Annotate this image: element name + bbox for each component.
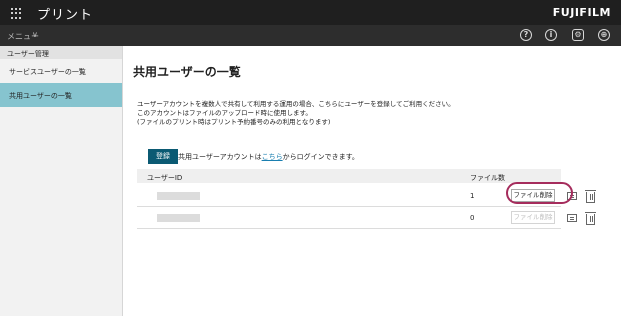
- column-header-user-id: ユーザーID: [147, 174, 183, 182]
- file-count: 1: [470, 192, 475, 200]
- sidebar-item-service-users[interactable]: サービスユーザーの一覧: [0, 59, 122, 83]
- sidebar: ユーザー管理 サービスユーザーの一覧 共用ユーザーの一覧: [0, 46, 123, 316]
- top-bar: プリント FUJIFILM: [0, 0, 621, 25]
- info-icon[interactable]: i: [545, 29, 557, 41]
- user-id-redacted: [157, 192, 200, 200]
- register-button[interactable]: 登録: [148, 149, 178, 164]
- description-line: ユーザーアカウントを複数人で共有して利用する運用の場合、こちらにユーザーを登録し…: [137, 100, 455, 108]
- chevron-down-icon: ∨: [32, 30, 38, 39]
- login-note-prefix: 共用ユーザーアカウントは: [178, 153, 262, 161]
- description-line: (ファイルのプリント時はプリント予約番号のみの利用となります): [137, 118, 331, 126]
- page-title: 共用ユーザーの一覧: [133, 65, 241, 79]
- sidebar-group-user-management: ユーザー管理: [0, 46, 122, 59]
- table-row: 0 ファイル削除: [137, 207, 596, 229]
- list-icon[interactable]: [567, 214, 577, 222]
- login-note-suffix: からログインできます。: [282, 153, 359, 161]
- login-note: 共用ユーザーアカウントはこちらからログインできます。: [178, 152, 359, 162]
- highlight-annotation: [506, 182, 573, 204]
- brand-logo: FUJIFILM: [552, 6, 611, 19]
- menu-bar: メニュー ∨ ? i ⚙ ⊕: [0, 25, 621, 46]
- login-link[interactable]: こちら: [262, 153, 283, 161]
- user-id-redacted: [157, 214, 200, 222]
- delete-files-button[interactable]: ファイル削除: [511, 211, 555, 224]
- table-row: 1 ファイル削除: [137, 185, 596, 207]
- trash-icon[interactable]: [585, 190, 596, 203]
- description: ユーザーアカウントを複数人で共有して利用する運用の場合、こちらにユーザーを登録し…: [137, 100, 455, 127]
- app-grid-icon[interactable]: [11, 8, 22, 19]
- user-account-icon[interactable]: ⊕: [598, 29, 610, 41]
- description-line: このアカウントはファイルのアップロード時に使用します。: [137, 109, 312, 117]
- trash-icon[interactable]: [585, 212, 596, 225]
- help-icon[interactable]: ?: [520, 29, 532, 41]
- gear-icon[interactable]: ⚙: [572, 29, 584, 41]
- app-title: プリント: [37, 8, 94, 23]
- column-header-file-count: ファイル数: [470, 174, 505, 182]
- sidebar-item-shared-users[interactable]: 共用ユーザーの一覧: [0, 83, 122, 107]
- file-count: 0: [470, 214, 475, 222]
